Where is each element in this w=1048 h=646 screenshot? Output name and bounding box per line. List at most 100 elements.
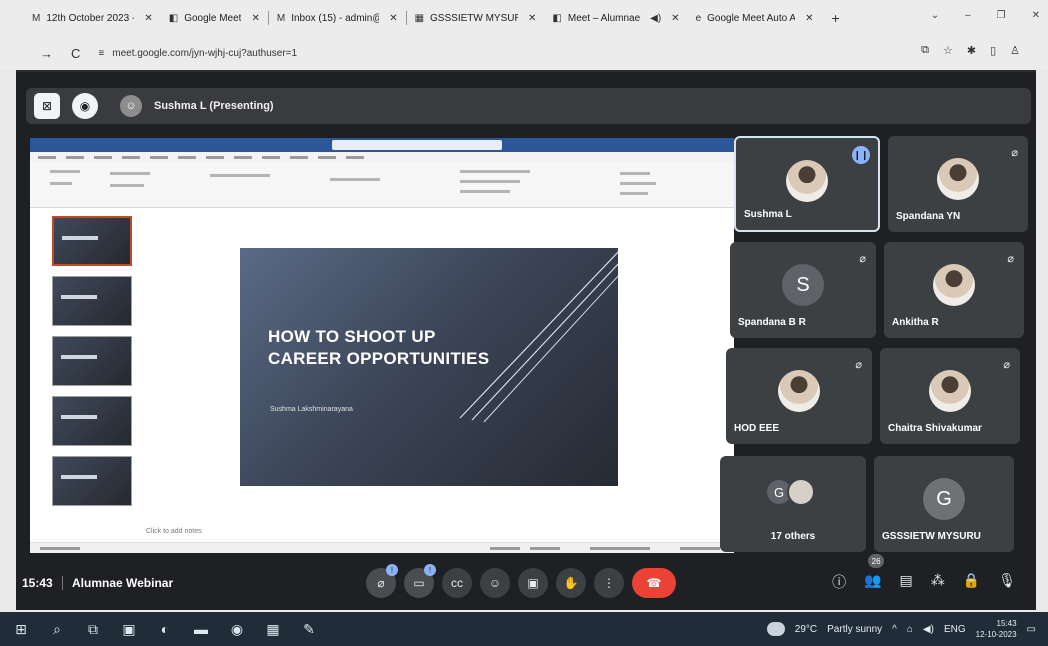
slide-title-line-2: CAREER OPPORTUNITIES: [268, 349, 490, 368]
notes-placeholder[interactable]: Click to add notes: [146, 528, 202, 535]
browser-tab-2[interactable]: ◧ Google Meet ✕: [161, 5, 268, 31]
tray-date: 12-10-2023: [975, 630, 1017, 639]
close-icon[interactable]: ✕: [251, 13, 259, 24]
host-controls-icon[interactable]: 🔒: [963, 572, 980, 592]
search-icon[interactable]: ⌕: [48, 620, 66, 638]
tray-time: 15:43: [996, 619, 1017, 628]
system-tray: 29°C Partly sunny ^ ⌂ ◀) ENG 15:43 12-10…: [766, 618, 1036, 640]
participant-tile[interactable]: ⌀ Spandana YN: [888, 136, 1028, 232]
task-view-icon[interactable]: ⧉: [84, 620, 102, 638]
activities-icon[interactable]: ⁂: [931, 572, 945, 592]
close-window-icon[interactable]: ✕: [1032, 10, 1040, 21]
participant-name: Ankitha R: [892, 317, 939, 328]
mic-off-icon: ⌀: [855, 359, 862, 371]
browser-tab-3[interactable]: M Inbox (15) - admin@ ✕: [269, 5, 406, 31]
slide-thumbnail[interactable]: [52, 396, 132, 446]
present-screen-icon: ▣: [527, 576, 539, 590]
participant-tile[interactable]: ⌀ HOD EEE: [726, 348, 872, 444]
participant-avatar: [933, 264, 975, 306]
weather-text[interactable]: Partly sunny: [827, 624, 882, 635]
emoji-icon: ☺: [488, 576, 502, 590]
stop-presenting-icon[interactable]: ⊠: [34, 93, 60, 119]
sidebar-icon[interactable]: ▯: [990, 44, 996, 57]
leave-call-button[interactable]: ☎: [632, 568, 676, 598]
others-tile[interactable]: G 17 others: [720, 456, 866, 552]
participant-name: Sushma L: [744, 209, 792, 220]
tab-title: 12th October 2023 -: [46, 12, 135, 24]
participant-tile[interactable]: ⌀ Chaitra Shivakumar: [880, 348, 1020, 444]
minimize-icon[interactable]: –: [965, 10, 971, 21]
close-icon[interactable]: ✕: [389, 13, 397, 24]
presenter-avatar: ☺: [120, 95, 142, 117]
notifications-icon[interactable]: ▭: [1027, 624, 1036, 635]
extensions-icon[interactable]: ✱: [967, 44, 976, 57]
browser-tab-6[interactable]: e Google Meet Auto A ✕: [688, 5, 822, 31]
close-icon[interactable]: ✕: [144, 13, 152, 24]
notes-app-icon[interactable]: ✎: [300, 620, 318, 638]
window-controls: ⌄ – ❐ ✕: [931, 10, 1040, 21]
participant-tile[interactable]: G GSSSIETW MYSURU: [874, 456, 1014, 552]
close-icon[interactable]: ✕: [528, 13, 536, 24]
current-slide: HOW TO SHOOT UP CAREER OPPORTUNITIES Sus…: [240, 248, 618, 486]
reload-icon[interactable]: C: [71, 46, 80, 61]
browser-tab-1[interactable]: M 12th October 2023 - ✕: [24, 5, 161, 31]
participant-tile[interactable]: ⌀ Ankitha R: [884, 242, 1024, 338]
record-icon[interactable]: ◉: [72, 93, 98, 119]
participant-tile[interactable]: S ⌀ Spandana B R: [730, 242, 876, 338]
raise-hand-button[interactable]: ✋: [556, 568, 586, 598]
chrome-icon[interactable]: ◉: [228, 620, 246, 638]
chevron-up-icon[interactable]: ^: [892, 624, 897, 635]
participant-avatar: [778, 370, 820, 412]
warning-icon: !: [386, 564, 398, 576]
meeting-name: Alumnae Webinar: [72, 576, 174, 590]
file-explorer-icon[interactable]: ▬: [192, 620, 210, 638]
reactions-button[interactable]: ☺: [480, 568, 510, 598]
close-icon[interactable]: ✕: [671, 13, 679, 24]
chevron-down-icon[interactable]: ⌄: [931, 10, 939, 21]
network-icon[interactable]: ⌂: [907, 624, 913, 635]
close-icon[interactable]: ✕: [805, 13, 813, 24]
install-app-icon[interactable]: ⧉: [921, 44, 929, 57]
more-options-button[interactable]: ⋮: [594, 568, 624, 598]
present-button[interactable]: ▣: [518, 568, 548, 598]
bookmark-star-icon[interactable]: ☆: [943, 44, 953, 57]
meet-icon: ◧: [168, 12, 179, 24]
url-field[interactable]: ≡ meet.google.com/jyn-wjhj-cuj?authuser=…: [98, 48, 297, 59]
meet-app-icon[interactable]: ▦: [264, 620, 282, 638]
captions-button[interactable]: cc: [442, 568, 472, 598]
slide-thumbnail[interactable]: [52, 276, 132, 326]
participant-name: 17 others: [770, 531, 816, 542]
participant-tile[interactable]: ❙❙ Sushma L: [734, 136, 880, 232]
site-info-icon[interactable]: ≡: [98, 48, 104, 59]
language-indicator[interactable]: ENG: [944, 624, 966, 635]
info-icon[interactable]: ⓘ: [832, 572, 846, 592]
maximize-icon[interactable]: ❐: [997, 10, 1006, 21]
browser-tab-5[interactable]: ◧ Meet – Alumnae ◀) ✕: [544, 5, 687, 31]
participant-name: Spandana B R: [738, 317, 806, 328]
chat-icon[interactable]: ▤: [900, 572, 913, 592]
camera-toggle-button[interactable]: ▭!: [404, 564, 436, 598]
mic-toggle-button[interactable]: ⌀!: [366, 564, 398, 598]
meet-window: ⊠ ◉ ☺ Sushma L (Presenting) HOW TO SHOOT…: [16, 70, 1036, 610]
participant-avatar: [929, 370, 971, 412]
tab-title: Google Meet: [184, 12, 242, 24]
store-icon[interactable]: ▣: [120, 620, 138, 638]
presenter-bar: ⊠ ◉ ☺ Sushma L (Presenting): [26, 88, 1031, 124]
browser-tab-4[interactable]: ▦ GSSSIETW MYSURU ✕: [407, 5, 545, 31]
url-text: meet.google.com/jyn-wjhj-cuj?authuser=1: [112, 47, 298, 59]
windows-start-icon[interactable]: ⊞: [12, 620, 30, 638]
windows-taskbar: ⊞ ⌕ ⧉ ▣ ◐ ▬ ◉ ▦ ✎ 29°C Partly sunny ^ ⌂ …: [0, 612, 1048, 646]
profile-icon[interactable]: ♙: [1010, 44, 1020, 57]
speaker-icon[interactable]: ◀): [923, 624, 934, 635]
slide-thumbnail[interactable]: [52, 456, 132, 506]
slide-thumbnail[interactable]: [52, 216, 132, 266]
new-tab-button[interactable]: +: [832, 10, 840, 26]
temperature[interactable]: 29°C: [795, 624, 817, 635]
mic-icon[interactable]: 🎙: [998, 572, 1016, 592]
back-icon[interactable]: →: [40, 46, 53, 61]
clock-date[interactable]: 15:43 12-10-2023: [976, 618, 1017, 640]
audio-icon[interactable]: ◀): [650, 13, 661, 24]
people-button[interactable]: 26 👥: [864, 554, 885, 592]
edge-icon[interactable]: ◐: [156, 620, 174, 638]
slide-thumbnail[interactable]: [52, 336, 132, 386]
